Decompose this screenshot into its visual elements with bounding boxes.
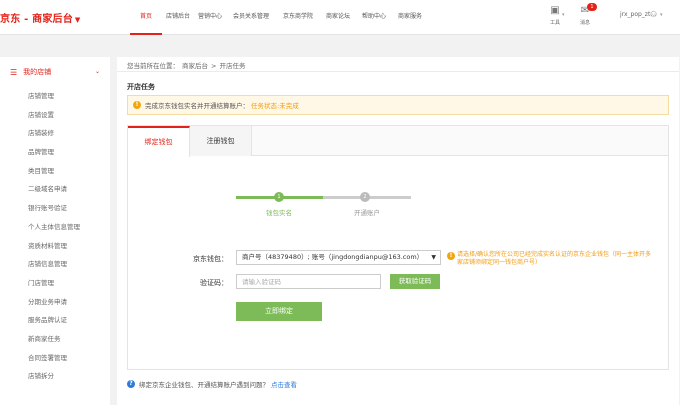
top-bar: 京东 - 商家后台 ▼ 首页 店铺后台 营销中心 会员关系管理 京东商学院 商家论… bbox=[0, 0, 680, 35]
sidebar-item[interactable]: 个人主体信息管理 bbox=[0, 218, 110, 237]
chevron-down-icon: ▾ bbox=[562, 12, 565, 18]
step-1-label: 钱包实名 bbox=[266, 209, 292, 217]
briefcase-icon: ▣ bbox=[550, 5, 560, 16]
messages-button[interactable]: ✉ 1 消息 bbox=[570, 3, 600, 26]
step-2-marker: 2 bbox=[360, 192, 370, 202]
code-label: 验证码： bbox=[200, 279, 228, 287]
sidebar-item[interactable]: 店铺设置 bbox=[0, 106, 110, 125]
wallet-hint: ! 请选择/确认您所在公司已经完成实名认证的京东企业钱包（同一主体开多家店铺须绑… bbox=[447, 251, 657, 267]
main-nav: 首页 店铺后台 营销中心 会员关系管理 京东商学院 商家论坛 帮助中心 商家服务 bbox=[130, 0, 428, 35]
sidebar-item[interactable]: 合同签署管理 bbox=[0, 349, 110, 368]
help-text: 绑定京东企业钱包、开通结算账户遇到问题？ bbox=[139, 381, 269, 389]
sidebar-item[interactable]: 店铺管理 bbox=[0, 87, 110, 106]
sidebar-group-my-shop[interactable]: ☰ 我的店铺 ⌄ bbox=[0, 57, 110, 87]
get-code-button[interactable]: 获取验证码 bbox=[390, 274, 440, 289]
bind-now-button[interactable]: 立即绑定 bbox=[236, 302, 322, 321]
wallet-select[interactable]: 商户号（48379480）; 账号（jingdongdianpu@163.com… bbox=[236, 250, 441, 265]
sidebar-item[interactable]: 品牌管理 bbox=[0, 143, 110, 162]
page-title: 开店任务 bbox=[127, 83, 155, 91]
sidebar-item[interactable]: 分期业务申请 bbox=[0, 293, 110, 312]
brand-text: 京东 - 商家后台 bbox=[0, 14, 73, 25]
sidebar-item[interactable]: 二级域名申请 bbox=[0, 180, 110, 199]
sidebar-item[interactable]: 门店管理 bbox=[0, 274, 110, 293]
step-1-marker: 1 bbox=[274, 192, 284, 202]
wallet-select-value: 商户号（48379480）; 账号（jingdongdianpu@163.com… bbox=[242, 253, 424, 261]
sidebar-list: 店铺管理 店铺设置 店铺装修 品牌管理 类目管理 二级域名申请 银行账号验证 个… bbox=[0, 87, 110, 386]
wallet-card: 绑定钱包 注册钱包 1 2 钱包实名 开通账户 京东钱包： 商户号（483794… bbox=[127, 125, 669, 370]
sidebar-item[interactable]: 店铺信息管理 bbox=[0, 255, 110, 274]
wallet-tabs: 绑定钱包 注册钱包 bbox=[128, 126, 668, 157]
nav-academy[interactable]: 京东商学院 bbox=[276, 0, 320, 35]
help-link[interactable]: 点击查看 bbox=[271, 379, 297, 389]
progress-steps: 1 2 钱包实名 开通账户 bbox=[236, 192, 411, 223]
messages-label: 消息 bbox=[579, 20, 590, 26]
nav-crm[interactable]: 会员关系管理 bbox=[226, 0, 276, 35]
nav-forum[interactable]: 商家论坛 bbox=[320, 0, 356, 35]
tab-bind-wallet[interactable]: 绑定钱包 bbox=[128, 126, 190, 157]
nav-marketing[interactable]: 营销中心 bbox=[194, 0, 226, 35]
sidebar-item[interactable]: 服务品牌认证 bbox=[0, 311, 110, 330]
task-notice: ! 完成京东钱包实名并开通结算账户： 任务状态:未完成 bbox=[127, 95, 669, 115]
verification-code-input[interactable] bbox=[236, 274, 381, 289]
step-2-label: 开通账户 bbox=[354, 209, 380, 217]
breadcrumb-link-backend[interactable]: 商家后台 bbox=[182, 62, 208, 70]
nav-shop-backend[interactable]: 店铺后台 bbox=[162, 0, 194, 35]
task-status: 任务状态:未完成 bbox=[251, 102, 299, 110]
user-chevron-down-icon[interactable]: ▾ bbox=[660, 12, 663, 18]
question-icon: ? bbox=[127, 380, 135, 388]
breadcrumb: 您当前所在位置： 商家后台 > 开店任务 bbox=[127, 60, 248, 70]
breadcrumb-separator: > bbox=[211, 62, 217, 70]
sidebar: ☰ 我的店铺 ⌄ 店铺管理 店铺设置 店铺装修 品牌管理 类目管理 二级域名申请… bbox=[0, 57, 110, 405]
sidebar-item[interactable]: 银行账号验证 bbox=[0, 199, 110, 218]
breadcrumb-prefix: 您当前所在位置： bbox=[127, 62, 179, 70]
nav-services[interactable]: 商家服务 bbox=[392, 0, 428, 35]
tools-label: 工具 bbox=[549, 20, 560, 26]
brand-dropdown-icon[interactable]: ▼ bbox=[75, 16, 81, 24]
menu-icon: ☰ bbox=[10, 67, 18, 77]
header-tools: ▣ 工具 ▾ ✉ 1 消息 bbox=[540, 3, 600, 26]
nav-help[interactable]: 帮助中心 bbox=[356, 0, 392, 35]
sidebar-item[interactable]: 店铺装修 bbox=[0, 124, 110, 143]
sidebar-item[interactable]: 店铺拆分 bbox=[0, 367, 110, 386]
tools-button[interactable]: ▣ 工具 ▾ bbox=[540, 5, 570, 26]
main-panel: 您当前所在位置： 商家后台 > 开店任务 开店任务 ! 完成京东钱包实名并开通结算账户… bbox=[117, 57, 679, 405]
help-line: ? 绑定京东企业钱包、开通结算账户遇到问题？ 点击查看 bbox=[127, 379, 297, 389]
warning-icon: ! bbox=[133, 101, 141, 109]
nav-home[interactable]: 首页 bbox=[130, 0, 162, 35]
wallet-label: 京东钱包： bbox=[193, 255, 228, 263]
brand-logo[interactable]: 京东 - 商家后台 ▼ bbox=[0, 10, 81, 25]
sidebar-group-label: 我的店铺 bbox=[23, 68, 52, 76]
user-icon[interactable]: ⚇ bbox=[650, 10, 657, 19]
tab-register-wallet[interactable]: 注册钱包 bbox=[190, 126, 252, 156]
notice-text: 完成京东钱包实名并开通结算账户： bbox=[145, 102, 249, 110]
wallet-hint-text: 请选择/确认您所在公司已经完成实名认证的京东企业钱包（同一主体开多家店铺须绑定同… bbox=[457, 251, 652, 266]
chevron-down-icon: ▼ bbox=[431, 254, 436, 261]
warning-icon: ! bbox=[447, 252, 455, 260]
sidebar-item[interactable]: 新商家任务 bbox=[0, 330, 110, 349]
divider bbox=[117, 71, 679, 72]
sidebar-item[interactable]: 资质材料管理 bbox=[0, 237, 110, 256]
message-count-badge: 1 bbox=[587, 3, 597, 11]
sidebar-item[interactable]: 类目管理 bbox=[0, 162, 110, 181]
breadcrumb-current: 开店任务 bbox=[219, 62, 246, 70]
chevron-down-icon: ⌄ bbox=[94, 68, 100, 75]
